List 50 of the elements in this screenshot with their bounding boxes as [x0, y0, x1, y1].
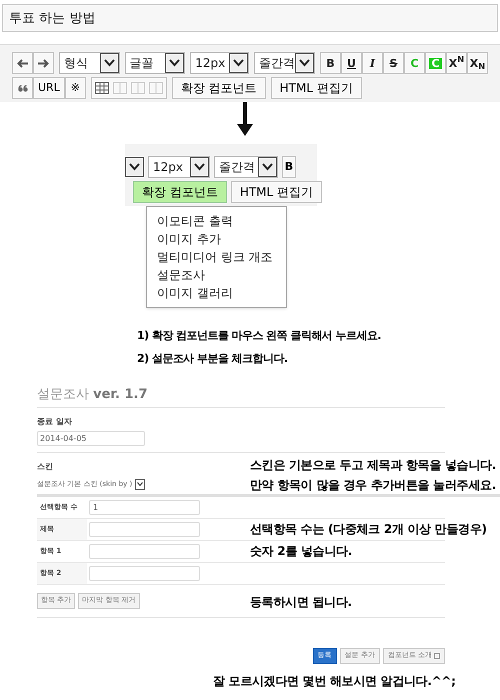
select-field[interactable]: 글꼴 — [124, 52, 186, 74]
toolbar-button[interactable]: 확장 컴포넌트 — [172, 77, 266, 99]
menu-item[interactable]: 멀티미디어 링크 개조 — [157, 248, 286, 266]
toolbar-button[interactable]: ※ — [64, 77, 86, 99]
text-field[interactable] — [89, 544, 200, 558]
menu-item[interactable]: 설문조사 — [157, 266, 286, 284]
quote-button[interactable] — [12, 77, 33, 99]
format-button[interactable]: S — [383, 52, 404, 74]
select-field[interactable]: 줄간격 — [214, 156, 278, 178]
annotation-text: 만약 항목이 많을 경우 추가버튼을 눌러주세요. — [250, 478, 496, 492]
format-button[interactable]: B — [320, 52, 341, 74]
title-field[interactable]: 투표 하는 방법 — [2, 4, 498, 32]
select-field[interactable]: 12px — [148, 156, 210, 178]
select-field[interactable]: 줄간격 — [254, 52, 315, 74]
format-button[interactable]: X$^{N}$ — [446, 52, 467, 74]
toolbar-button[interactable]: URL — [33, 77, 65, 99]
menu-item[interactable]: 이미지 추가 — [157, 230, 286, 248]
format-button[interactable]: I — [362, 52, 383, 74]
menu-item[interactable]: 이모티콘 출력 — [157, 212, 286, 230]
select-field[interactable]: 형식 — [59, 52, 120, 74]
toolbar-button[interactable]: HTML 편집기 — [270, 77, 362, 99]
arrow-left-icon — [17, 58, 28, 68]
annotation-text: 선택항목 수는 (다중체크 2개 이상 만들경우) — [250, 521, 487, 538]
toolbar-button[interactable]: 확장 컴포넌트 — [133, 181, 227, 203]
field-label: 종료 일자 — [37, 416, 73, 428]
format-button[interactable]: X$_{N}$ — [467, 52, 488, 74]
select-field[interactable]: 12px — [190, 52, 249, 74]
text-field[interactable] — [89, 566, 200, 580]
format-button[interactable]: B — [282, 156, 296, 178]
survey-title: 설문조사 ver. 1.7 — [37, 385, 445, 408]
quote-icon — [18, 84, 28, 92]
external-link-icon — [434, 652, 440, 658]
annotation-text: 스킨은 기본으로 두고 제목과 항목을 넣습니다. — [250, 458, 496, 472]
redo-button[interactable] — [33, 52, 54, 74]
date-field[interactable]: 2014-04-05 — [37, 430, 145, 446]
annotation-text: 등록하시면 됩니다. — [250, 594, 352, 608]
undo-button[interactable] — [12, 52, 33, 74]
annotation-text: 잘 모르시겠다면 몇번 해보시면 알겁니다.^^; — [213, 674, 456, 688]
text-field[interactable] — [89, 522, 200, 536]
annotation-text: 숫자 2를 넣습니다. — [250, 543, 352, 560]
table-icon[interactable] — [94, 82, 109, 94]
toolbar-button[interactable]: HTML 편집기 — [230, 181, 322, 203]
field-label: 스킨 — [37, 462, 53, 470]
text-field[interactable]: 1 — [89, 500, 200, 514]
menu-item[interactable]: 이미지 갤러리 — [157, 284, 286, 302]
instruction-text: 2) 설문조사 부분을 체크합니다. — [137, 350, 288, 366]
format-button[interactable]: U — [341, 52, 362, 74]
down-arrow-icon — [237, 102, 253, 136]
instruction-text: 1) 확장 컴포넌트를 마우스 왼쪽 클릭해서 누르세요. — [137, 328, 382, 344]
arrow-right-icon — [38, 58, 49, 68]
